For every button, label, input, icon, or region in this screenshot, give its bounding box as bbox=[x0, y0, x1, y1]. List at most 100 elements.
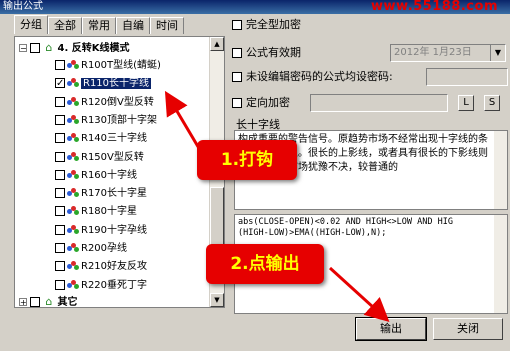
formula-icon bbox=[67, 114, 79, 125]
tree-item[interactable]: R160十字线 bbox=[55, 167, 137, 185]
tab-custom[interactable]: 自编 bbox=[116, 17, 150, 34]
no-password-checkbox[interactable] bbox=[232, 72, 242, 82]
tree-item[interactable]: R110长十字线 bbox=[55, 75, 153, 93]
fixed-encrypt-checkbox[interactable] bbox=[232, 98, 242, 108]
fixed-encrypt-input[interactable] bbox=[310, 94, 448, 112]
code-line-1: abs(CLOSE-OPEN)<0.02 AND HIGH<>LOW AND H… bbox=[238, 217, 453, 227]
item-label: R140三十字线 bbox=[81, 133, 148, 145]
other-checkbox[interactable] bbox=[30, 297, 41, 307]
valid-period-checkbox[interactable] bbox=[232, 48, 242, 58]
formula-icon bbox=[67, 206, 79, 216]
item-label: R110长十字线 bbox=[79, 77, 153, 91]
valid-period-label: 公式有效期 bbox=[246, 46, 301, 59]
item-checkbox[interactable] bbox=[55, 75, 65, 93]
tree-item[interactable]: R220垂死丁字 bbox=[55, 277, 147, 295]
tree-item[interactable]: R190十字孕线 bbox=[55, 222, 147, 240]
item-label: R100T型线(蜻蜓) bbox=[81, 60, 161, 71]
formula-tree[interactable]: − ⌂ 4. 反转K线模式 R100T型线(蜻蜓) R110长十字线 R120倒V型… bbox=[14, 36, 225, 308]
full-encrypt-checkbox[interactable] bbox=[232, 20, 242, 30]
item-checkbox[interactable] bbox=[55, 169, 65, 180]
tab-group[interactable]: 分组 bbox=[14, 15, 48, 34]
item-checkbox[interactable] bbox=[55, 151, 65, 162]
tree-item[interactable]: R120倒V型反转 bbox=[55, 94, 154, 112]
item-checkbox[interactable] bbox=[55, 224, 65, 235]
item-checkbox[interactable] bbox=[55, 243, 65, 253]
formula-icon bbox=[67, 169, 79, 180]
formula-icon bbox=[67, 243, 79, 253]
tab-bar: 分组 全部 常用 自编 时间 bbox=[14, 15, 184, 35]
item-checkbox[interactable] bbox=[55, 206, 65, 217]
item-checkbox[interactable] bbox=[55, 96, 65, 107]
formula-icon bbox=[67, 224, 79, 235]
tree-item[interactable]: R150V型反转 bbox=[55, 149, 144, 167]
l-button[interactable]: L bbox=[458, 95, 474, 111]
fixed-encrypt-option[interactable]: 定向加密 bbox=[232, 94, 290, 112]
item-label: R120倒V型反转 bbox=[81, 96, 154, 108]
tab-common[interactable]: 常用 bbox=[82, 17, 116, 34]
collapse-icon[interactable]: − bbox=[19, 44, 27, 53]
tree-item[interactable]: R180十字星 bbox=[55, 203, 137, 221]
date-value: 2012年 1月23日 bbox=[394, 47, 472, 58]
description-scrollbar[interactable] bbox=[494, 131, 507, 209]
code-line-2: (HIGH-LOW)>EMA((HIGH-LOW),N); bbox=[238, 228, 387, 238]
output-button[interactable]: 输出 bbox=[355, 317, 427, 341]
item-label: R210好友反攻 bbox=[81, 261, 148, 273]
tree-other-row[interactable]: + ⌂ 其它 bbox=[19, 293, 78, 308]
callout-step1: 1.打钩 bbox=[197, 140, 297, 180]
tree-item[interactable]: R140三十字线 bbox=[55, 130, 147, 148]
item-label: R200孕线 bbox=[81, 243, 128, 254]
item-checkbox[interactable] bbox=[55, 133, 65, 144]
chevron-down-icon[interactable]: ▼ bbox=[490, 45, 505, 61]
formula-icon bbox=[67, 188, 79, 198]
close-button[interactable]: 关闭 bbox=[433, 318, 503, 340]
scroll-thumb[interactable] bbox=[210, 187, 224, 247]
formula-icon bbox=[67, 151, 79, 162]
item-checkbox[interactable] bbox=[55, 60, 65, 70]
valid-period-option[interactable]: 公式有效期 bbox=[232, 44, 301, 62]
item-label: R170长十字星 bbox=[81, 188, 148, 200]
formula-icon bbox=[67, 78, 79, 88]
callout-step2: 2.点输出 bbox=[206, 244, 324, 284]
item-label: R160十字线 bbox=[81, 169, 138, 181]
item-label: R180十字星 bbox=[81, 206, 138, 218]
tab-time[interactable]: 时间 bbox=[150, 17, 184, 34]
code-scrollbar[interactable] bbox=[494, 215, 507, 313]
home-icon: ⌂ bbox=[45, 41, 53, 54]
date-picker[interactable]: 2012年 1月23日 ▼ bbox=[390, 44, 506, 62]
scroll-down-icon[interactable]: ▼ bbox=[210, 293, 224, 307]
tree-group-row[interactable]: − ⌂ 4. 反转K线模式 bbox=[19, 39, 130, 57]
item-checkbox[interactable] bbox=[55, 279, 65, 290]
full-encrypt-label: 完全型加密 bbox=[246, 18, 301, 31]
formula-icon bbox=[67, 96, 79, 107]
fixed-encrypt-label: 定向加密 bbox=[246, 96, 290, 109]
scroll-up-icon[interactable]: ▲ bbox=[210, 37, 224, 51]
s-button[interactable]: S bbox=[484, 95, 500, 111]
item-checkbox[interactable] bbox=[55, 188, 65, 199]
item-checkbox[interactable] bbox=[55, 114, 65, 125]
full-encrypt-option[interactable]: 完全型加密 bbox=[232, 16, 301, 34]
no-password-option[interactable]: 未设编辑密码的公式均设密码: bbox=[232, 68, 393, 86]
tree-item[interactable]: R210好友反攻 bbox=[55, 258, 147, 276]
other-label: 其它 bbox=[57, 297, 78, 308]
no-password-label: 未设编辑密码的公式均设密码: bbox=[246, 70, 393, 83]
tree-item[interactable]: R100T型线(蜻蜓) bbox=[55, 57, 161, 75]
tree-item[interactable]: R200孕线 bbox=[55, 240, 127, 258]
formula-icon bbox=[67, 133, 79, 143]
item-label: R130顶部十字架 bbox=[81, 114, 158, 126]
item-label: R190十字孕线 bbox=[81, 224, 148, 236]
window-title: 输出公式 bbox=[3, 1, 43, 12]
tree-item[interactable]: R170长十字星 bbox=[55, 185, 147, 203]
home-icon: ⌂ bbox=[45, 295, 53, 308]
group-label: 4. 反转K线模式 bbox=[57, 43, 130, 54]
item-checkbox[interactable] bbox=[55, 261, 65, 272]
watermark: www.55188.com bbox=[371, 0, 498, 14]
group-checkbox[interactable] bbox=[30, 43, 41, 53]
formula-icon bbox=[67, 279, 79, 290]
item-label: R220垂死丁字 bbox=[81, 279, 148, 291]
item-label: R150V型反转 bbox=[81, 151, 144, 163]
tab-all[interactable]: 全部 bbox=[48, 17, 82, 34]
formula-icon bbox=[67, 261, 79, 271]
expand-icon[interactable]: + bbox=[19, 298, 27, 307]
tree-item[interactable]: R130顶部十字架 bbox=[55, 112, 157, 130]
password-input[interactable] bbox=[426, 68, 508, 86]
